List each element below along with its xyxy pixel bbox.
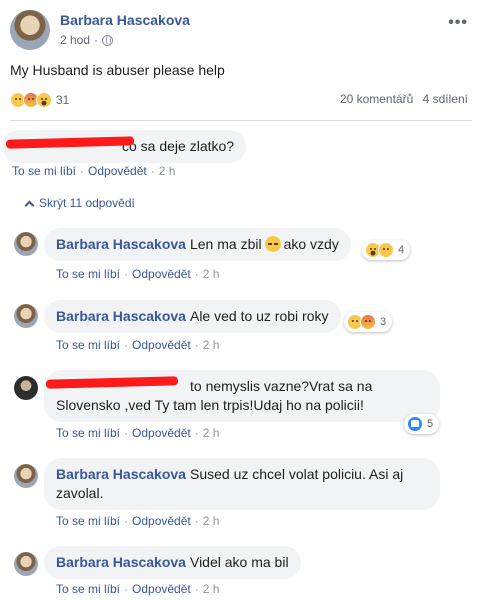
comment-bubble: Barbara Hascakova Sused uz chcel volat po… xyxy=(44,458,440,510)
separator: · xyxy=(124,426,129,440)
separator: · xyxy=(194,426,199,440)
comment-text-line1: Sused uz chcel volat policiu. Asi aj xyxy=(189,466,404,482)
comment-bubble: Barbara Hascakova Ale ved to uz robi roky xyxy=(44,300,341,333)
comment-actions: To se mi líbí · Odpovědět · 2 h xyxy=(56,426,219,440)
comment-bubble: Barbara Hascakova Videl ako ma bil xyxy=(44,546,301,579)
comment-time[interactable]: 2 h xyxy=(159,164,176,178)
reaction-pill[interactable]: 5 xyxy=(404,414,440,434)
separator: · xyxy=(150,164,155,178)
reaction-count: 4 xyxy=(398,244,405,256)
divider xyxy=(10,120,472,121)
comment-time[interactable]: 2 h xyxy=(203,338,220,352)
reply-link[interactable]: Odpovědět xyxy=(132,426,191,440)
avatar[interactable] xyxy=(14,464,38,488)
comment-text-line2: Slovensko ,ved Ty tam len trpis!Udaj ho … xyxy=(56,397,364,413)
comment-text-line2: zavolal. xyxy=(56,485,104,501)
reaction-pill[interactable]: 3 xyxy=(344,312,393,332)
comment-author[interactable]: Barbara Hascakova xyxy=(56,466,186,482)
comment-text: Ale ved to uz robi roky xyxy=(189,308,329,324)
angry-reaction-icon xyxy=(360,314,376,330)
post-header: Barbara Hascakova 2 hod · ••• xyxy=(10,10,472,54)
separator: · xyxy=(194,514,199,528)
like-link[interactable]: To se mi líbí xyxy=(56,267,120,281)
separator: · xyxy=(80,164,85,178)
separator: · xyxy=(194,582,199,596)
post-reactions[interactable]: 31 xyxy=(10,92,69,108)
separator: · xyxy=(194,267,199,281)
post-time[interactable]: 2 hod xyxy=(60,33,90,47)
avatar[interactable] xyxy=(14,232,38,256)
comment-actions: To se mi líbí · Odpovědět · 2 h xyxy=(56,267,219,281)
comment-time[interactable]: 2 h xyxy=(203,582,220,596)
avatar[interactable] xyxy=(14,304,38,328)
separator: · xyxy=(124,582,129,596)
avatar[interactable] xyxy=(10,10,50,50)
globe-icon xyxy=(102,34,114,46)
wow-reaction-icon xyxy=(36,92,52,108)
reply-link[interactable]: Odpovědět xyxy=(132,514,191,528)
tired-face-emoji-icon xyxy=(264,236,281,252)
comment-author[interactable]: Barbara Hascakova xyxy=(56,236,186,252)
separator: · xyxy=(124,338,129,352)
hide-replies-label: Skrýt 11 odpovědí xyxy=(39,196,135,210)
stats-right: 20 komentářů 4 sdílení xyxy=(334,92,468,106)
comment-text: Len ma zbil xyxy=(189,236,262,252)
shares-count[interactable]: 4 sdílení xyxy=(423,92,468,106)
comment-time[interactable]: 2 h xyxy=(203,426,220,440)
comment-actions: To se mi líbí · Odpovědět · 2 h xyxy=(56,514,219,528)
reply-link[interactable]: Odpovědět xyxy=(132,267,191,281)
meta-dot: · xyxy=(94,33,99,47)
like-reaction-icon xyxy=(407,416,423,432)
comment-time[interactable]: 2 h xyxy=(203,267,220,281)
avatar[interactable] xyxy=(14,376,38,400)
like-link[interactable]: To se mi líbí xyxy=(12,164,76,178)
post-stats: 31 20 komentářů 4 sdílení xyxy=(10,92,472,110)
hide-replies-link[interactable]: Skrýt 11 odpovědí xyxy=(24,196,135,210)
like-link[interactable]: To se mi líbí xyxy=(56,338,120,352)
comment-actions: To se mi líbí · Odpovědět · 2 h xyxy=(56,582,219,596)
like-link[interactable]: To se mi líbí xyxy=(56,514,120,528)
reply-link[interactable]: Odpovědět xyxy=(88,164,147,178)
comment-author[interactable]: Barbara Hascakova xyxy=(56,308,186,324)
reply-link[interactable]: Odpovědět xyxy=(132,338,191,352)
comment-time[interactable]: 2 h xyxy=(203,514,220,528)
more-options-icon[interactable]: ••• xyxy=(448,14,468,32)
separator: · xyxy=(124,514,129,528)
like-link[interactable]: To se mi líbí xyxy=(56,582,120,596)
comment-author[interactable]: Barbara Hascakova xyxy=(56,554,186,570)
comment-text-after: ako vzdy xyxy=(283,236,339,252)
separator: · xyxy=(124,267,129,281)
reply-link[interactable]: Odpovědět xyxy=(132,582,191,596)
chevron-up-icon xyxy=(24,200,35,210)
reaction-count: 3 xyxy=(380,316,387,328)
reaction-count: 5 xyxy=(427,418,434,430)
like-link[interactable]: To se mi líbí xyxy=(56,426,120,440)
post-meta: 2 hod · xyxy=(60,33,114,47)
comment-text-line1: to nemyslis vazne?Vrat sa na xyxy=(190,378,373,394)
reaction-count: 31 xyxy=(56,93,70,107)
post-author[interactable]: Barbara Hascakova xyxy=(60,12,190,28)
comment-text: co sa deje zlatko? xyxy=(122,138,235,154)
reaction-pill[interactable]: 4 xyxy=(362,240,411,260)
sad-reaction-icon xyxy=(378,242,394,258)
post-text: My Husband is abuser please help xyxy=(10,62,225,78)
comment-actions: To se mi líbí · Odpovědět · 2 h xyxy=(12,164,175,178)
comment-text: Videl ako ma bil xyxy=(189,554,289,570)
avatar[interactable] xyxy=(14,552,38,576)
comments-count[interactable]: 20 komentářů xyxy=(340,92,413,106)
comment-actions: To se mi líbí · Odpovědět · 2 h xyxy=(56,338,219,352)
separator: · xyxy=(194,338,199,352)
comment-bubble: Barbara Hascakova Len ma zbil ako vzdy xyxy=(44,228,351,261)
